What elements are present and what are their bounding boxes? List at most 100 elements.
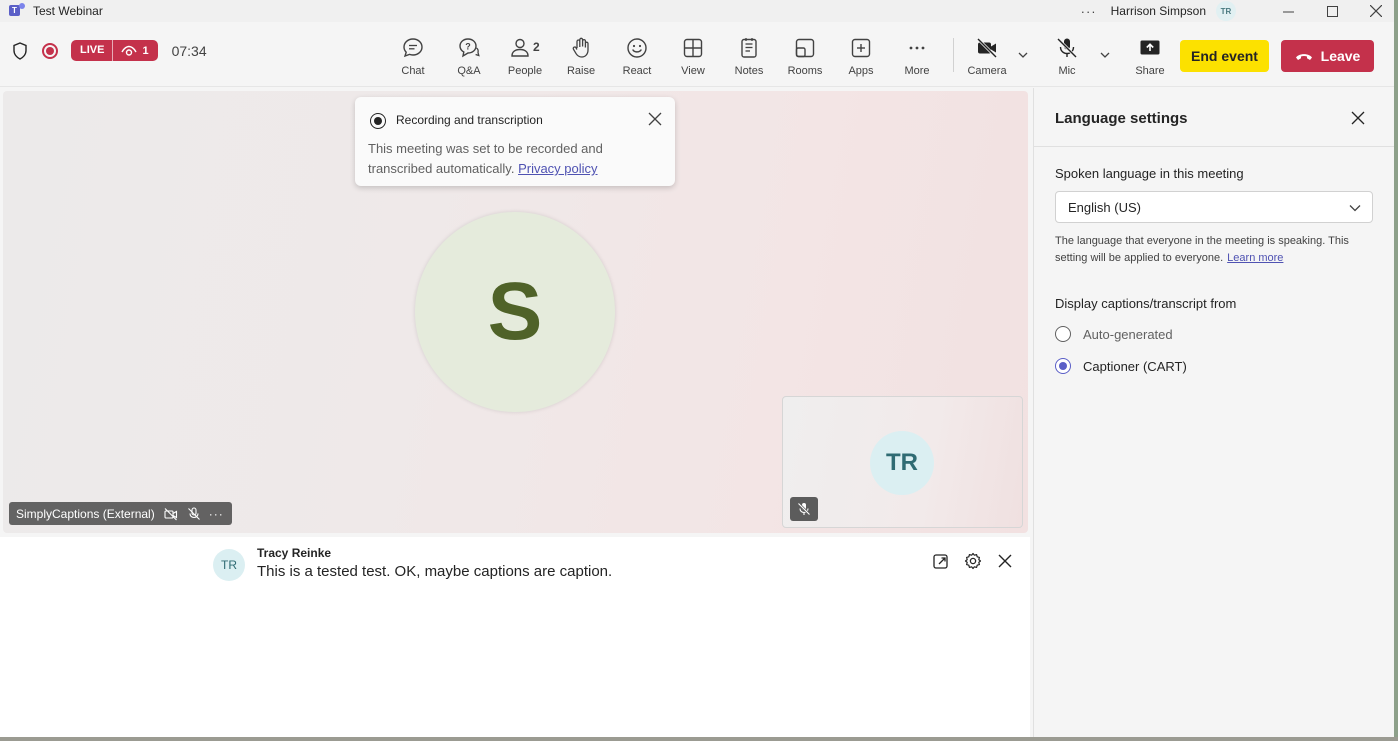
hand-icon <box>572 37 589 58</box>
meeting-stage: Recording and transcription This meeting… <box>3 91 1028 533</box>
more-actions-button[interactable]: More <box>889 22 945 87</box>
chevron-down-icon <box>1018 52 1028 58</box>
spoken-language-value: English (US) <box>1068 200 1141 215</box>
teams-logo-icon: T <box>9 3 25 19</box>
account-avatar[interactable]: TR <box>1216 1 1236 21</box>
camera-off-icon <box>164 507 177 520</box>
caption-text: This is a tested test. OK, maybe caption… <box>257 563 613 580</box>
participant-more-icon[interactable]: ··· <box>209 507 224 521</box>
leave-button[interactable]: Leave <box>1281 40 1374 72</box>
share-button[interactable]: Share <box>1122 22 1178 87</box>
participant-name: SimplyCaptions (External) <box>16 506 155 521</box>
close-captions-icon[interactable] <box>996 552 1014 570</box>
privacy-policy-link[interactable]: Privacy policy <box>518 161 597 176</box>
rooms-button[interactable]: Rooms <box>777 22 833 87</box>
learn-more-link[interactable]: Learn more <box>1227 252 1283 264</box>
radio-label: Captioner (CART) <box>1083 358 1187 374</box>
spoken-language-label: Spoken language in this meeting <box>1055 166 1244 181</box>
camera-off-icon <box>976 37 998 59</box>
radio-auto-generated[interactable]: Auto-generated <box>1055 324 1173 344</box>
recording-icon <box>370 113 386 129</box>
chat-icon <box>403 38 423 58</box>
display-captions-label: Display captions/transcript from <box>1055 296 1237 311</box>
maximize-button[interactable] <box>1310 0 1354 22</box>
live-status-badge[interactable]: LIVE 1 <box>71 40 158 61</box>
caption-settings-gear-icon[interactable] <box>964 552 982 570</box>
hang-up-icon <box>1295 54 1312 60</box>
self-video-tile[interactable]: TR <box>782 396 1023 528</box>
mic-button[interactable]: Mic <box>1040 22 1094 87</box>
participant-avatar[interactable]: S <box>415 212 615 412</box>
mic-off-icon <box>797 502 811 516</box>
camera-label: Camera <box>967 65 1007 77</box>
participant-name-tag[interactable]: SimplyCaptions (External) ··· <box>9 502 232 525</box>
mic-label: Mic <box>1058 65 1076 77</box>
close-window-button[interactable] <box>1354 0 1398 22</box>
chat-button[interactable]: Chat <box>385 22 441 87</box>
live-label: LIVE <box>71 40 114 61</box>
taskbar-edge <box>0 737 1398 741</box>
view-button[interactable]: View <box>665 22 721 87</box>
smiley-icon <box>627 38 647 58</box>
account-name[interactable]: Harrison Simpson <box>1111 4 1206 18</box>
end-event-button[interactable]: End event <box>1180 40 1269 72</box>
notes-button[interactable]: Notes <box>721 22 777 87</box>
qa-label: Q&A <box>457 65 481 77</box>
people-label: People <box>507 65 543 77</box>
apps-button[interactable]: Apps <box>833 22 889 87</box>
raise-label: Raise <box>566 65 596 77</box>
minimize-button[interactable] <box>1266 0 1310 22</box>
minimize-icon <box>1282 11 1294 12</box>
raise-hand-button[interactable]: Raise <box>553 22 609 87</box>
svg-text:?: ? <box>465 42 471 52</box>
mic-options-dropdown[interactable] <box>1094 22 1116 87</box>
language-settings-panel: Language settings Spoken language in thi… <box>1033 88 1395 741</box>
notes-label: Notes <box>734 65 764 77</box>
people-button[interactable]: 2 People <box>497 22 553 87</box>
spoken-language-help: The language that everyone in the meetin… <box>1055 235 1349 264</box>
toolbar-divider <box>953 38 954 72</box>
mic-off-icon <box>187 506 200 520</box>
chat-label: Chat <box>401 65 425 77</box>
caption-speaker-name: Tracy Reinke <box>257 546 332 560</box>
react-button[interactable]: React <box>609 22 665 87</box>
leave-label: Leave <box>1320 48 1361 64</box>
mic-off-icon <box>1056 37 1078 59</box>
question-answer-icon: ? <box>459 38 480 58</box>
ellipsis-icon <box>909 46 925 50</box>
close-panel-icon[interactable] <box>1350 110 1366 126</box>
radio-label: Auto-generated <box>1083 326 1173 342</box>
spoken-language-select[interactable]: English (US) <box>1055 191 1373 223</box>
rooms-label: Rooms <box>787 65 823 77</box>
radio-button-selected[interactable] <box>1055 358 1071 374</box>
radio-captioner-cart[interactable]: Captioner (CART) <box>1055 356 1187 376</box>
radio-button[interactable] <box>1055 326 1071 342</box>
add-apps-icon <box>851 38 871 58</box>
more-label: More <box>904 65 930 77</box>
more-options-icon[interactable]: ··· <box>1081 4 1097 19</box>
react-label: React <box>622 65 652 77</box>
caption-speaker-avatar: TR <box>213 549 245 581</box>
self-muted-indicator <box>790 497 818 521</box>
people-count-badge: 2 <box>533 40 540 54</box>
pop-out-icon[interactable] <box>932 552 950 570</box>
recording-notice: Recording and transcription This meeting… <box>355 97 675 186</box>
self-avatar: TR <box>870 431 934 495</box>
qa-button[interactable]: ? Q&A <box>441 22 497 87</box>
window-title: Test Webinar <box>33 4 103 18</box>
maximize-icon <box>1326 5 1338 17</box>
shield-icon[interactable] <box>12 41 28 60</box>
eye-icon <box>121 45 138 56</box>
camera-button[interactable]: Camera <box>962 22 1012 87</box>
camera-options-dropdown[interactable] <box>1012 22 1034 87</box>
notes-icon <box>741 38 757 58</box>
meeting-toolbar: LIVE 1 07:34 Chat ? Q&A 2 People Raise R… <box>0 22 1398 87</box>
close-icon <box>1370 5 1382 17</box>
share-screen-icon <box>1140 40 1160 55</box>
close-notice-icon[interactable] <box>647 111 663 127</box>
live-captions-pane: TR Tracy Reinke This is a tested test. O… <box>0 537 1030 741</box>
recording-indicator-icon[interactable] <box>42 42 58 59</box>
view-label: View <box>681 65 705 77</box>
people-icon <box>511 38 529 57</box>
title-bar: T Test Webinar ··· Harrison Simpson TR <box>0 0 1398 22</box>
